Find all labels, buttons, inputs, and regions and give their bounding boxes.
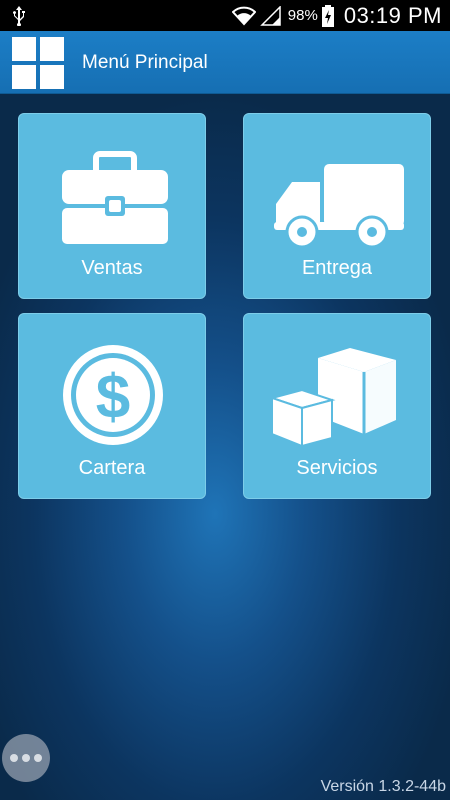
battery-charging-icon	[321, 4, 334, 27]
usb-icon	[13, 6, 25, 26]
briefcase-icon	[62, 151, 168, 244]
version-label: Versión 1.3.2-44b	[320, 778, 446, 795]
main-content: Ventas Entrega $ Cartera Servicios	[0, 94, 450, 800]
tile-label: Servicios	[296, 457, 378, 479]
tile-entrega[interactable]: Entrega	[243, 113, 431, 299]
tile-ventas[interactable]: Ventas	[18, 113, 206, 299]
dollar-coin-icon: $	[63, 345, 163, 445]
status-bar: 98% 03:19 PM	[0, 0, 450, 31]
tile-label: Cartera	[78, 457, 146, 479]
status-icons: 98% 03:19 PM	[231, 0, 442, 31]
grid-icon[interactable]	[12, 37, 64, 89]
battery-percent: 98%	[287, 7, 318, 24]
tile-label: Entrega	[301, 257, 373, 279]
svg-text:$: $	[96, 363, 130, 432]
truck-icon	[274, 164, 404, 248]
more-dots-icon[interactable]	[2, 734, 50, 782]
tile-label: Ventas	[81, 257, 143, 279]
tile-servicios[interactable]: Servicios	[243, 313, 431, 499]
page-title: Menú Principal	[82, 52, 208, 73]
boxes-icon	[272, 348, 396, 448]
tile-cartera[interactable]: $ Cartera	[18, 313, 206, 499]
action-bar: Menú Principal	[0, 31, 450, 94]
wifi-icon	[231, 6, 256, 25]
signal-icon	[259, 5, 281, 26]
clock: 03:19 PM	[343, 2, 442, 28]
